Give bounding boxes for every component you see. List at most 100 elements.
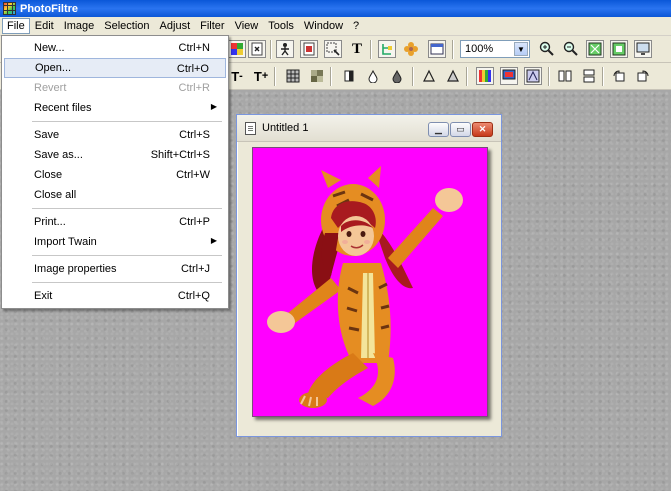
effect-icon[interactable] — [524, 67, 542, 85]
menu-item-shortcut: Ctrl+W — [176, 169, 210, 181]
file-menu: New... Ctrl+N Open... Ctrl+O Revert Ctrl… — [1, 35, 229, 309]
toolbar-separator — [370, 40, 372, 59]
close-button[interactable]: ✕ — [472, 122, 493, 137]
menu-item-revert: Revert Ctrl+R — [4, 78, 226, 98]
minimize-button[interactable]: ▁ — [428, 122, 449, 137]
menu-edit[interactable]: Edit — [30, 18, 59, 34]
text-tool-icon[interactable]: T — [348, 40, 366, 58]
menu-item-label: Revert — [34, 82, 67, 94]
menu-item-shortcut: Ctrl+R — [178, 82, 210, 94]
monitor-icon[interactable] — [634, 40, 652, 58]
actual-size-icon[interactable] — [610, 40, 628, 58]
tree-icon[interactable] — [378, 40, 396, 58]
zoom-value: 100% — [465, 43, 494, 55]
crop-icon[interactable] — [324, 40, 342, 58]
app-icon — [3, 2, 16, 15]
menu-item-label: Image properties — [34, 263, 117, 275]
menu-separator — [4, 252, 226, 259]
screen-color-icon[interactable] — [500, 67, 518, 85]
submenu-arrow-icon: ▶ — [210, 236, 217, 245]
grid-icon[interactable] — [284, 67, 302, 85]
contrast-icon[interactable] — [340, 67, 358, 85]
menu-item-label: New... — [34, 42, 65, 54]
menu-item-open[interactable]: Open... Ctrl+O — [4, 58, 226, 78]
image-size-icon[interactable] — [300, 40, 318, 58]
menu-item-new[interactable]: New... Ctrl+N — [4, 38, 226, 58]
rotate-right-icon[interactable] — [634, 67, 652, 85]
zoom-in-icon[interactable] — [538, 40, 556, 58]
menu-help[interactable]: ? — [348, 18, 364, 34]
app-title: PhotoFiltre — [20, 2, 79, 15]
menu-image[interactable]: Image — [59, 18, 100, 34]
drop-icon[interactable] — [364, 67, 382, 85]
triangle-icon[interactable] — [420, 67, 438, 85]
menu-item-label: Recent files — [34, 102, 92, 114]
image-canvas[interactable] — [252, 147, 488, 417]
toolbar-separator — [274, 67, 276, 86]
toolbar-separator — [466, 67, 468, 86]
text-minus-icon[interactable]: T- — [228, 67, 246, 85]
image-window-titlebar[interactable]: Untitled 1 ▁ ▭ ✕ — [237, 115, 501, 142]
palette-icon[interactable] — [228, 40, 246, 58]
menu-item-shortcut: Ctrl+J — [180, 263, 210, 275]
menu-item-recent-files[interactable]: Recent files ▶ — [4, 98, 226, 118]
menu-file[interactable]: File — [2, 18, 30, 34]
menu-item-exit[interactable]: Exit Ctrl+Q — [4, 286, 226, 306]
menu-item-save[interactable]: Save Ctrl+S — [4, 125, 226, 145]
window-icon[interactable] — [428, 40, 446, 58]
text-plus-icon[interactable]: T + — [252, 67, 270, 85]
menu-adjust[interactable]: Adjust — [155, 18, 196, 34]
menu-window[interactable]: Window — [299, 18, 348, 34]
image-window-title: Untitled 1 — [262, 122, 309, 134]
rotate-left-icon[interactable] — [610, 67, 628, 85]
menu-item-shortcut: Ctrl+O — [176, 63, 209, 75]
menu-separator — [4, 205, 226, 212]
toolbar-separator — [270, 40, 272, 59]
menu-filter[interactable]: Filter — [195, 18, 229, 34]
zoom-select[interactable]: 100% ▼ — [460, 40, 530, 58]
menu-item-shortcut: Ctrl+P — [179, 216, 210, 228]
menu-separator — [4, 279, 226, 286]
toolbar-separator — [330, 67, 332, 86]
menu-item-print[interactable]: Print... Ctrl+P — [4, 212, 226, 232]
drop-dark-icon[interactable] — [388, 67, 406, 85]
menu-item-label: Save — [34, 129, 60, 141]
maximize-button[interactable]: ▭ — [450, 122, 471, 137]
flower-icon[interactable] — [402, 40, 420, 58]
menu-item-save-as[interactable]: Save as... Shift+Ctrl+S — [4, 145, 226, 165]
menu-item-label: Close — [34, 169, 63, 181]
menu-item-close-all[interactable]: Close all — [4, 185, 226, 205]
flip-vertical-icon[interactable] — [580, 67, 598, 85]
toolbar-separator — [412, 67, 414, 86]
flip-horizontal-icon[interactable] — [556, 67, 574, 85]
menu-tools[interactable]: Tools — [263, 18, 299, 34]
triangle-filled-icon[interactable] — [444, 67, 462, 85]
app-titlebar: PhotoFiltre — [0, 0, 671, 17]
tiger-girl-illustration — [267, 166, 463, 408]
toolbar-separator — [602, 67, 604, 86]
image-window[interactable]: Untitled 1 ▁ ▭ ✕ — [236, 114, 502, 437]
menu-selection[interactable]: Selection — [99, 18, 154, 34]
toolbar-separator — [548, 67, 550, 86]
menu-item-shortcut: Ctrl+Q — [177, 290, 210, 302]
menu-item-label: Exit — [34, 290, 53, 302]
chevron-down-icon[interactable]: ▼ — [514, 42, 528, 56]
color-bars-icon[interactable] — [476, 67, 494, 85]
document-icon — [245, 121, 256, 135]
menu-item-shortcut: Shift+Ctrl+S — [150, 149, 210, 161]
mosaic-icon[interactable] — [308, 67, 326, 85]
window-controls: ▁ ▭ ✕ — [428, 122, 493, 137]
menu-item-shortcut: Ctrl+S — [179, 129, 210, 141]
menu-separator — [4, 118, 226, 125]
toolbar-separator — [452, 40, 454, 59]
fit-window-icon[interactable] — [586, 40, 604, 58]
menu-item-image-properties[interactable]: Image properties Ctrl+J — [4, 259, 226, 279]
undo-doc-icon[interactable] — [248, 40, 266, 58]
figure-icon[interactable] — [276, 40, 294, 58]
menu-item-close[interactable]: Close Ctrl+W — [4, 165, 226, 185]
menu-item-label: Close all — [34, 189, 77, 201]
menu-item-shortcut: Ctrl+N — [178, 42, 210, 54]
zoom-out-icon[interactable] — [562, 40, 580, 58]
menu-item-import-twain[interactable]: Import Twain ▶ — [4, 232, 226, 252]
menu-view[interactable]: View — [230, 18, 264, 34]
